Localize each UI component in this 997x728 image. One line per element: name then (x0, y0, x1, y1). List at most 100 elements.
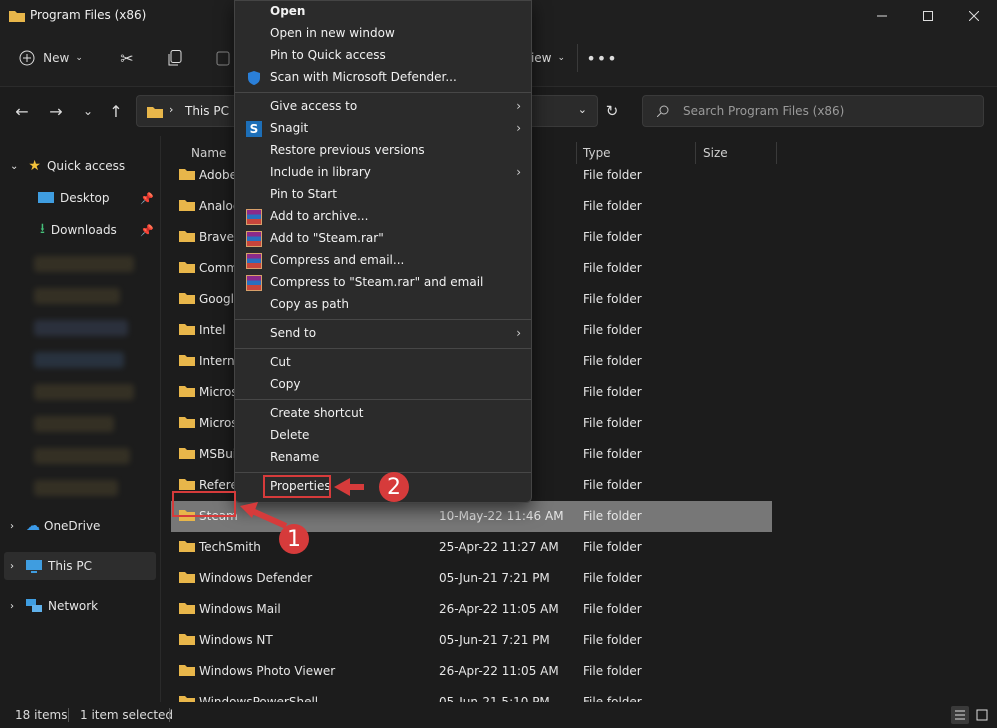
maximize-button[interactable] (905, 0, 951, 32)
menu-label: Include in library (270, 165, 371, 179)
details-view-button[interactable] (951, 706, 969, 724)
file-date: 26-Apr-22 11:05 AM (439, 664, 559, 678)
menu-item-open[interactable]: Open (235, 1, 531, 23)
arrow-right-icon: → (49, 101, 63, 121)
file-type: File folder (583, 168, 642, 182)
search-box[interactable]: Search Program Files (x86) (642, 95, 984, 127)
menu-label: Open (270, 4, 306, 18)
folder-icon (179, 603, 195, 614)
menu-label: Snagit (270, 121, 309, 135)
minimize-button[interactable] (859, 0, 905, 32)
menu-item-snagit[interactable]: S Snagit › (235, 118, 531, 140)
folder-icon (9, 11, 25, 22)
folder-icon (179, 417, 195, 428)
more-options-button[interactable]: ••• (586, 46, 616, 70)
folder-icon (179, 479, 195, 490)
table-row[interactable]: Windows NT 05-Jun-21 7:21 PM File folder (161, 625, 997, 656)
menu-label: Cut (270, 355, 291, 369)
paste-icon (216, 51, 230, 66)
copy-button[interactable] (164, 46, 186, 70)
menu-item-include-library[interactable]: Include in library › (235, 162, 531, 184)
back-button[interactable]: ← (12, 101, 32, 121)
cut-button[interactable]: ✂ (116, 46, 138, 70)
menu-separator (235, 319, 531, 320)
menu-item-copy-path[interactable]: Copy as path (235, 294, 531, 316)
paste-button[interactable] (212, 46, 234, 70)
nav-quick-access-label: Quick access (46, 159, 126, 173)
cloud-icon: ☁ (26, 518, 40, 534)
file-date: 25-Apr-22 11:27 AM (439, 540, 559, 554)
breadcrumb-this-pc[interactable]: This PC (185, 104, 229, 118)
folder-icon (179, 386, 195, 397)
blurred-item (34, 256, 134, 272)
file-name: Adobe (199, 168, 237, 182)
menu-label: Create shortcut (270, 406, 364, 420)
chevron-right-icon: › (10, 560, 14, 572)
nav-downloads[interactable]: ⭳ Downloads 📌 (0, 216, 160, 244)
file-date: 26-Apr-22 11:05 AM (439, 602, 559, 616)
folder-icon (179, 448, 195, 459)
menu-label: Open in new window (270, 26, 395, 40)
pin-icon: 📌 (140, 191, 154, 205)
menu-item-restore-versions[interactable]: Restore previous versions (235, 140, 531, 162)
table-row[interactable]: Windows Photo Viewer 26-Apr-22 11:05 AM Fi… (161, 656, 997, 687)
new-button[interactable]: New ⌄ (12, 44, 90, 72)
copy-icon (168, 50, 182, 66)
menu-item-compress-email[interactable]: Compress and email... (235, 250, 531, 272)
file-name: MSBui (199, 447, 237, 461)
table-row[interactable]: Windows Mail 26-Apr-22 11:05 AM File folde… (161, 594, 997, 625)
view-button[interactable]: iew ⌄ (530, 46, 566, 70)
nav-desktop[interactable]: Desktop 📌 (0, 184, 160, 212)
winrar-icon (246, 231, 262, 247)
recent-locations-button[interactable]: ⌄ (78, 101, 98, 121)
menu-item-create-shortcut[interactable]: Create shortcut (235, 403, 531, 425)
menu-item-add-steam-rar[interactable]: Add to "Steam.rar" (235, 228, 531, 250)
menu-separator (235, 348, 531, 349)
menu-label: Copy as path (270, 297, 349, 311)
file-type: File folder (583, 447, 642, 461)
menu-item-open-new-window[interactable]: Open in new window (235, 23, 531, 45)
menu-item-scan-defender[interactable]: Scan with Microsoft Defender... (235, 67, 531, 89)
nav-onedrive[interactable]: › ☁ OneDrive (0, 512, 160, 540)
table-row[interactable]: Windows Defender 05-Jun-21 7:21 PM File fo… (161, 563, 997, 594)
menu-label: Send to (270, 326, 317, 340)
folder-icon (179, 293, 195, 304)
chevron-down-icon[interactable]: ⌄ (578, 103, 587, 116)
folder-icon (179, 200, 195, 211)
plus-circle-icon (19, 50, 35, 66)
menu-item-compress-steam-email[interactable]: Compress to "Steam.rar" and email (235, 272, 531, 294)
close-icon (969, 11, 979, 21)
winrar-icon (246, 253, 262, 269)
tiles-view-button[interactable] (973, 706, 991, 724)
menu-item-rename[interactable]: Rename (235, 447, 531, 469)
menu-item-pin-start[interactable]: Pin to Start (235, 184, 531, 206)
menu-item-send-to[interactable]: Send to › (235, 323, 531, 345)
forward-button[interactable]: → (46, 101, 66, 121)
arrow-up-icon: ↑ (109, 101, 123, 121)
maximize-icon (923, 11, 933, 21)
file-name: Intel (199, 323, 226, 337)
new-button-label: New (43, 51, 70, 65)
refresh-button[interactable]: ↻ (600, 101, 624, 121)
folder-icon (179, 324, 195, 335)
menu-item-give-access[interactable]: Give access to › (235, 96, 531, 118)
menu-item-add-archive[interactable]: Add to archive... (235, 206, 531, 228)
nav-this-pc[interactable]: › This PC (4, 552, 156, 580)
file-name: Comm (199, 261, 239, 275)
up-button[interactable]: ↑ (106, 101, 126, 121)
file-name: Refere (199, 478, 238, 492)
file-date: 05-Jun-21 7:21 PM (439, 633, 550, 647)
nav-quick-access[interactable]: ⌄ ★ Quick access (0, 152, 160, 180)
menu-item-copy[interactable]: Copy (235, 374, 531, 396)
snagit-icon: S (246, 121, 262, 137)
nav-onedrive-label: OneDrive (44, 519, 101, 533)
menu-item-delete[interactable]: Delete (235, 425, 531, 447)
search-placeholder: Search Program Files (x86) (683, 104, 845, 118)
menu-item-pin-quick-access[interactable]: Pin to Quick access (235, 45, 531, 67)
menu-item-cut[interactable]: Cut (235, 352, 531, 374)
close-button[interactable] (951, 0, 997, 32)
shield-icon (248, 71, 260, 85)
file-name: Windows Photo Viewer (199, 664, 336, 678)
nav-network[interactable]: › Network (0, 592, 160, 620)
file-name: Windows Defender (199, 571, 313, 585)
